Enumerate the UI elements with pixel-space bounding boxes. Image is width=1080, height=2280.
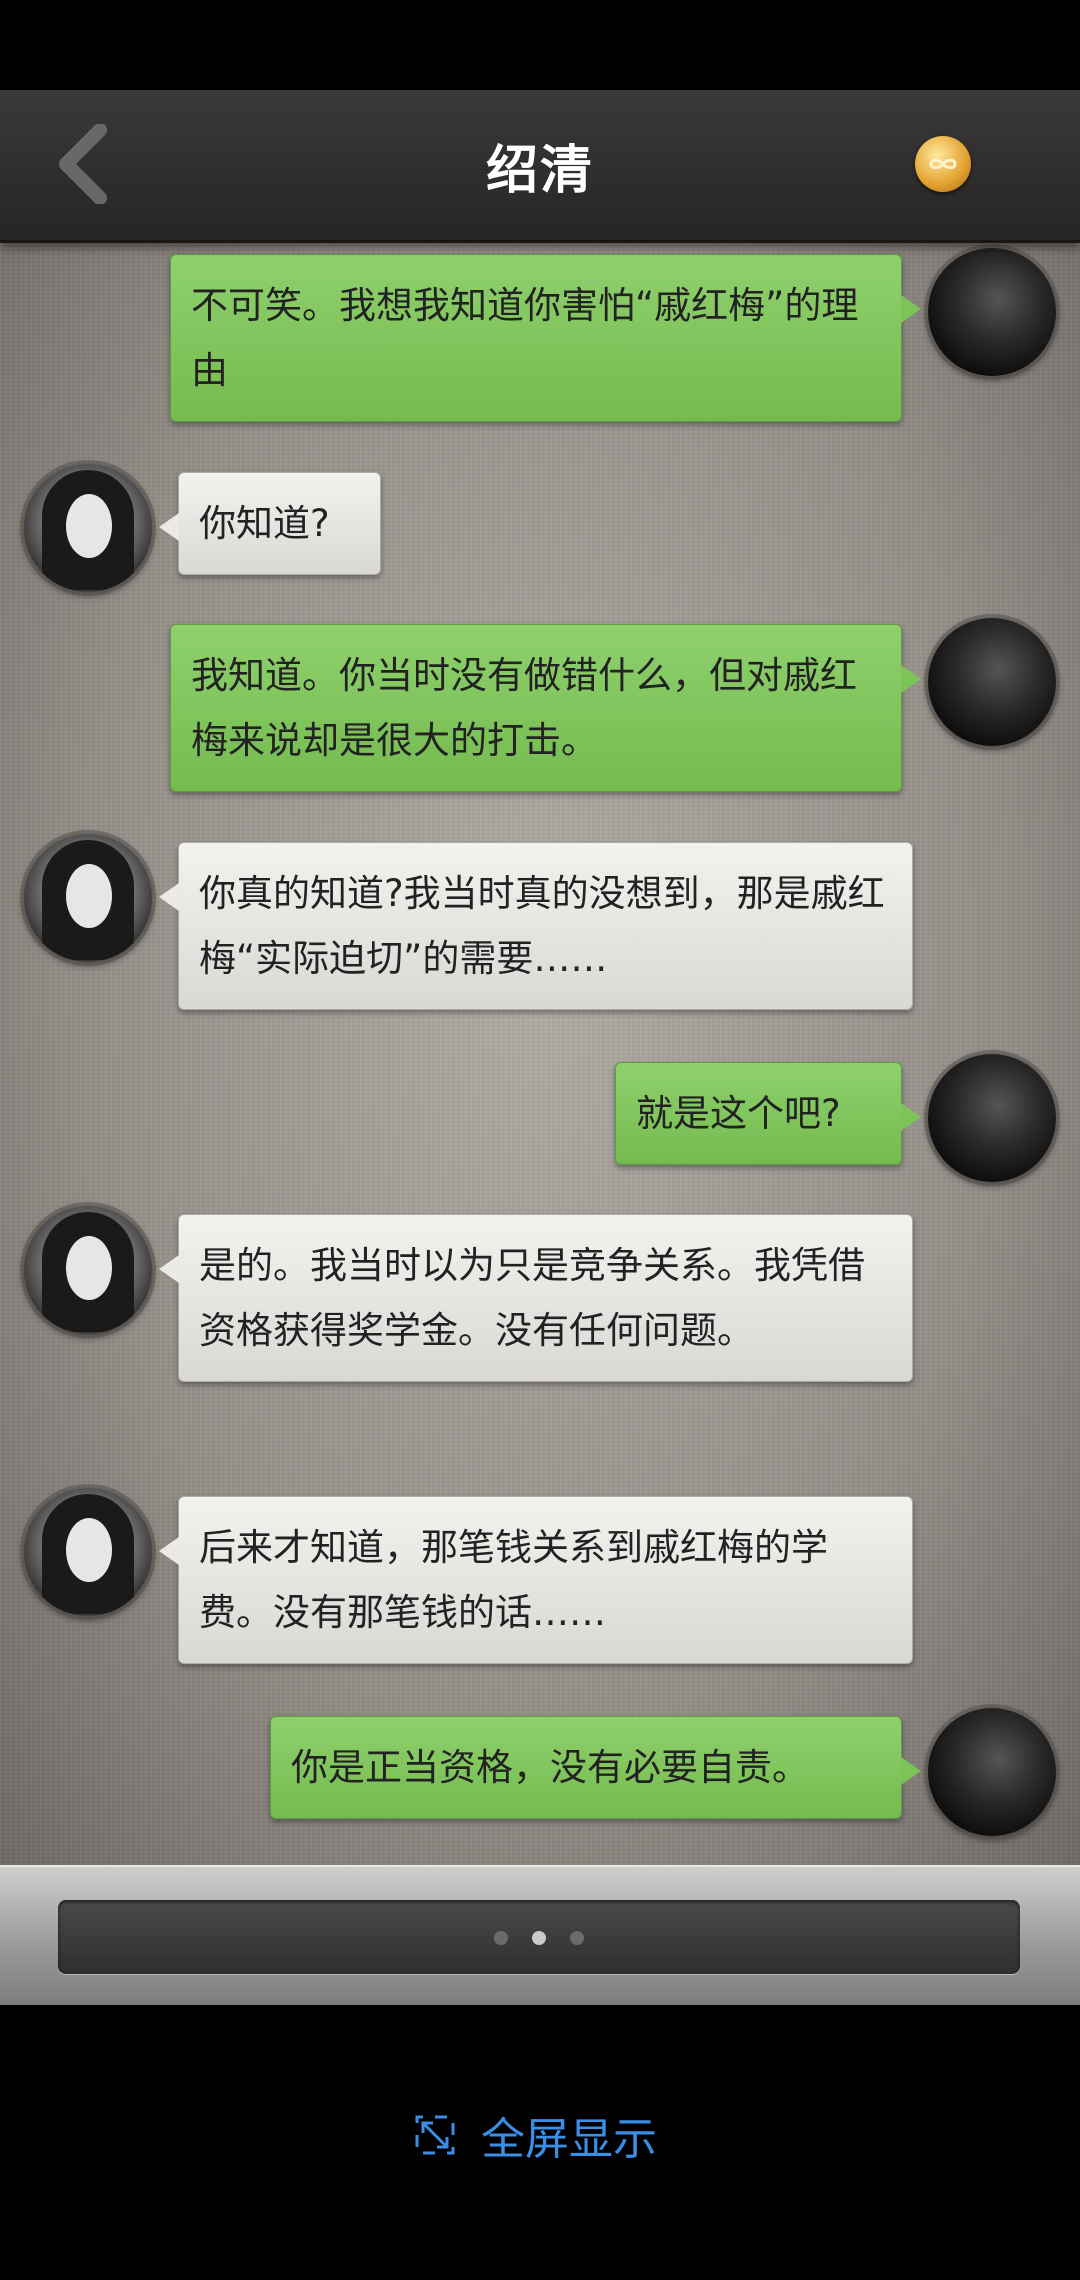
avatar-me[interactable] (928, 1708, 1056, 1836)
fullscreen-button[interactable]: 全屏显示 (415, 2105, 657, 2165)
message-bubble-incoming: 你真的知道?我当时真的没想到，那是戚红梅“实际迫切”的需要…… (159, 842, 913, 1010)
message-bubble-incoming: 是的。我当时以为只是竞争关系。我凭借资格获得奖学金。没有任何问题。 (159, 1214, 913, 1382)
message-text: 就是这个吧? (636, 1092, 841, 1135)
message-bubble-incoming: 后来才知道，那笔钱关系到戚红梅的学费。没有那笔钱的话…… (159, 1496, 913, 1664)
page-dot[interactable] (494, 1931, 508, 1945)
message-text: 你知道? (199, 502, 330, 545)
message-bubble-outgoing: 不可笑。我想我知道你害怕“戚红梅”的理由 (170, 254, 921, 422)
bottom-panel (0, 1865, 1080, 2007)
avatar-contact[interactable] (24, 1488, 152, 1616)
message-bubble-incoming: 你知道? (159, 472, 381, 575)
chat-area[interactable]: 不可笑。我想我知道你害怕“戚红梅”的理由 你知道? 我知道。你当时没有做错什么，… (0, 240, 1080, 1865)
avatar-contact[interactable] (24, 464, 152, 592)
message-text: 后来才知道，那笔钱关系到戚红梅的学费。没有那笔钱的话…… (199, 1526, 828, 1634)
avatar-contact[interactable] (24, 1206, 152, 1334)
avatar-me[interactable] (928, 248, 1056, 376)
message-text: 你真的知道?我当时真的没想到，那是戚红梅“实际迫切”的需要…… (199, 872, 885, 980)
chat-header: 绍清 (0, 90, 1080, 243)
expand-arrows-icon (415, 2115, 455, 2155)
message-text: 是的。我当时以为只是竞争关系。我凭借资格获得奖学金。没有任何问题。 (199, 1244, 865, 1352)
page-dot-active[interactable] (532, 1931, 546, 1945)
message-text: 不可笑。我想我知道你害怕“戚红梅”的理由 (191, 284, 859, 392)
message-text: 你是正当资格，没有必要自责。 (291, 1746, 809, 1789)
choice-bar[interactable] (58, 1900, 1020, 1974)
avatar-me[interactable] (928, 1054, 1056, 1182)
avatar-contact[interactable] (24, 834, 152, 962)
fullscreen-label: 全屏显示 (481, 2114, 657, 2165)
message-bubble-outgoing: 你是正当资格，没有必要自责。 (270, 1716, 921, 1819)
message-bubble-outgoing: 我知道。你当时没有做错什么，但对戚红梅来说却是很大的打击。 (170, 624, 921, 792)
avatar-me[interactable] (928, 618, 1056, 746)
infinity-coin-icon (929, 158, 957, 170)
message-text: 我知道。你当时没有做错什么，但对戚红梅来说却是很大的打击。 (191, 654, 857, 762)
coin-button[interactable] (915, 136, 971, 192)
status-bar-area (0, 0, 1080, 90)
message-bubble-outgoing: 就是这个吧? (615, 1062, 921, 1165)
page-dot[interactable] (570, 1931, 584, 1945)
footer: 全屏显示 (0, 2005, 1080, 2280)
page-indicator (58, 1930, 1020, 1949)
